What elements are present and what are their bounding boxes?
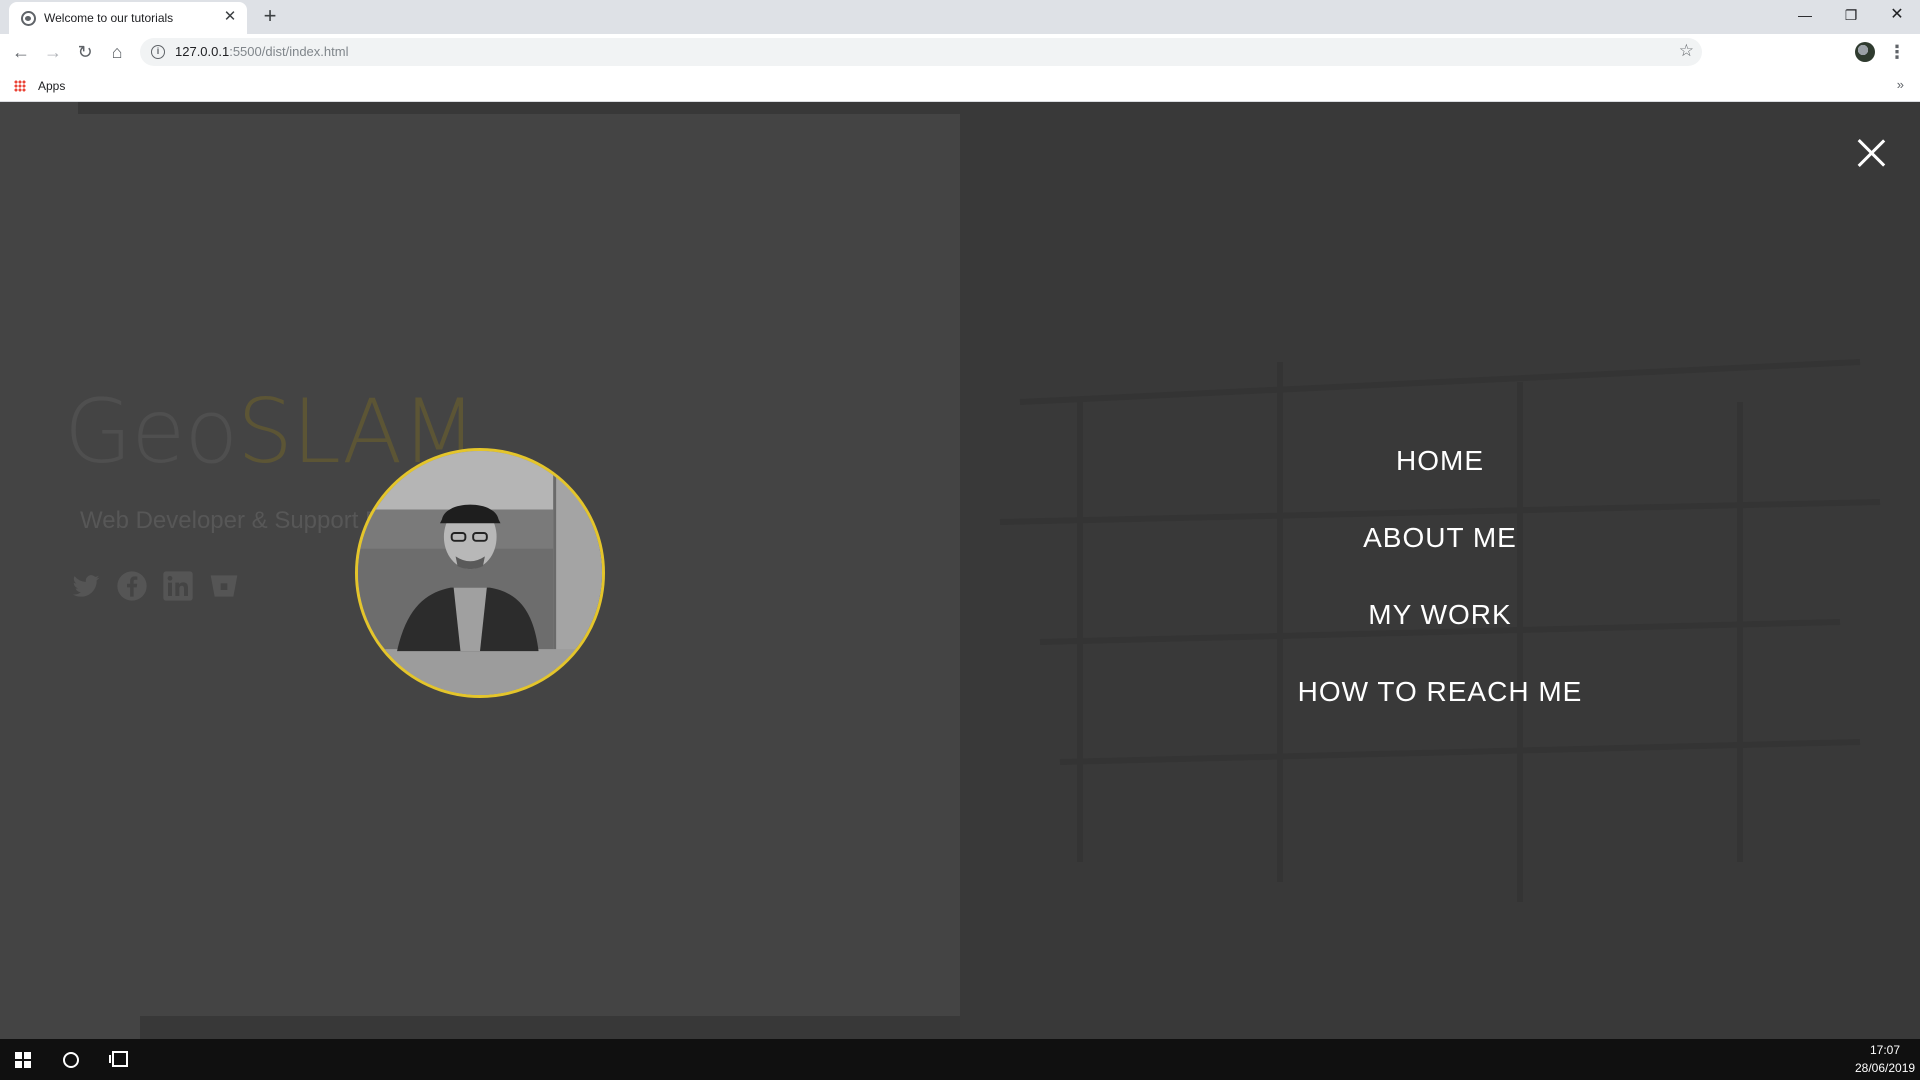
bitbucket-icon[interactable] xyxy=(208,570,240,602)
browser-tab[interactable]: Welcome to our tutorials ✕ xyxy=(9,2,247,34)
window-restore-button[interactable]: ❐ xyxy=(1828,0,1874,30)
address-bar[interactable]: i 127.0.0.1:5500/dist/index.html ☆ xyxy=(140,38,1702,66)
forward-button[interactable]: → xyxy=(40,39,66,65)
back-button[interactable]: ← xyxy=(8,39,34,65)
brand-geo: Geo xyxy=(64,380,238,483)
apps-grid-icon[interactable] xyxy=(14,80,26,92)
clock-date[interactable]: 28/06/2019 xyxy=(1855,1061,1915,1075)
apps-bookmark[interactable]: Apps xyxy=(38,79,65,93)
linkedin-icon[interactable] xyxy=(162,570,194,602)
profile-avatar-icon[interactable] xyxy=(1855,42,1875,62)
task-view-icon[interactable] xyxy=(109,1051,128,1067)
windows-start-icon[interactable] xyxy=(15,1052,31,1068)
twitter-icon[interactable] xyxy=(70,570,102,602)
menu-item-about[interactable]: ABOUT ME xyxy=(1240,499,1640,576)
clock-time[interactable]: 17:07 xyxy=(1870,1043,1900,1057)
profile-portrait xyxy=(355,448,605,698)
left-panel: GeoSLAM Web Developer & Support Engineer xyxy=(0,102,960,1039)
page-viewport: GeoSLAM Web Developer & Support Engineer xyxy=(0,102,1920,1039)
panel-strip-top xyxy=(78,102,960,114)
window-minimize-button[interactable]: — xyxy=(1782,0,1828,30)
info-icon[interactable]: i xyxy=(151,45,165,59)
close-icon[interactable] xyxy=(1856,138,1886,168)
url-text[interactable]: 127.0.0.1:5500/dist/index.html xyxy=(175,44,348,59)
url-path: :5500/dist/index.html xyxy=(229,44,349,59)
reload-button[interactable]: ↻ xyxy=(72,39,98,65)
browser-toolbar: ← → ↻ ⌂ i 127.0.0.1:5500/dist/index.html… xyxy=(0,34,1920,70)
menu-item-contact[interactable]: HOW TO REACH ME xyxy=(1240,653,1640,730)
new-tab-button[interactable]: + xyxy=(258,5,282,29)
tab-title: Welcome to our tutorials xyxy=(44,11,174,25)
url-host: 127.0.0.1 xyxy=(175,44,230,59)
window-close-button[interactable]: ✕ xyxy=(1874,0,1920,30)
overlay-nav-menu: HOME ABOUT ME MY WORK HOW TO REACH ME xyxy=(1240,422,1640,730)
bookmark-star-icon[interactable]: ☆ xyxy=(1679,41,1694,61)
browser-menu-icon[interactable]: ⋮ xyxy=(1888,41,1906,63)
taskbar: 17:07 28/06/2019 xyxy=(0,1039,1920,1080)
bookmarks-bar: Apps » xyxy=(0,70,1920,102)
home-button[interactable]: ⌂ xyxy=(104,39,130,65)
panel-strip-bottom xyxy=(140,1016,960,1039)
bookmarks-overflow-icon[interactable]: » xyxy=(1897,77,1904,92)
browser-tab-strip: Welcome to our tutorials ✕ + — ❐ ✕ xyxy=(0,0,1920,34)
facebook-icon[interactable] xyxy=(116,570,148,602)
menu-item-home[interactable]: HOME xyxy=(1240,422,1640,499)
menu-item-work[interactable]: MY WORK xyxy=(1240,576,1640,653)
globe-icon xyxy=(21,11,36,26)
cortana-search-icon[interactable] xyxy=(63,1052,79,1068)
tab-close-icon[interactable]: ✕ xyxy=(221,8,239,26)
